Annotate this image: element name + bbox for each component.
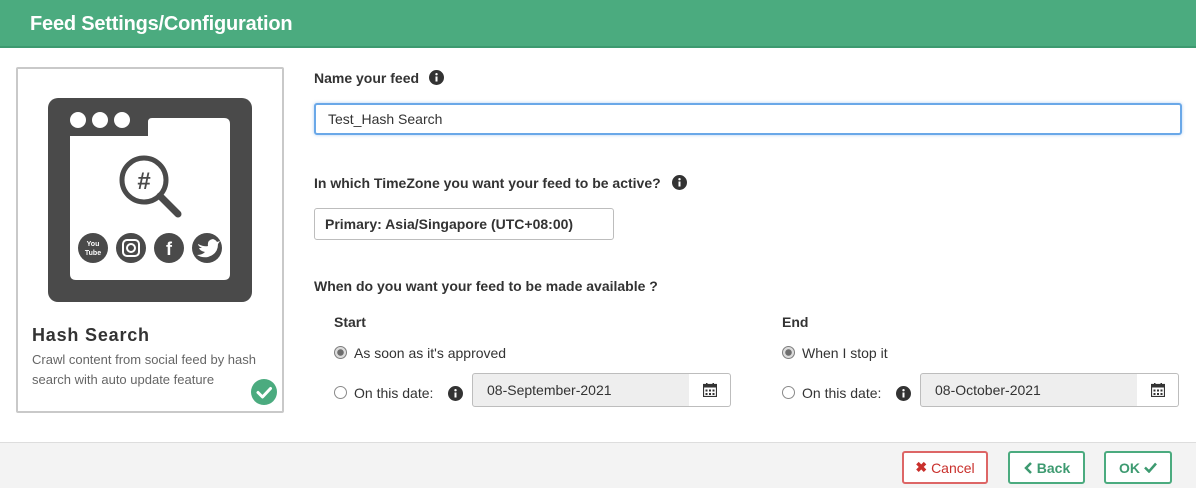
start-date-radio[interactable]: [334, 386, 347, 399]
ok-button-label: OK: [1119, 459, 1140, 476]
info-icon[interactable]: [448, 386, 463, 401]
cancel-button[interactable]: ✖ Cancel: [902, 451, 988, 484]
ok-button[interactable]: OK: [1104, 451, 1172, 484]
close-icon: ✖: [915, 459, 928, 475]
feed-type-title: Hash Search: [32, 325, 150, 345]
end-stop-radio[interactable]: [782, 346, 795, 359]
feed-type-description: Crawl content from social feed by hash s…: [32, 352, 256, 387]
calendar-icon: [702, 383, 717, 397]
feed-name-label: Name your feed: [314, 70, 420, 86]
back-button[interactable]: Back: [1008, 451, 1085, 484]
info-icon[interactable]: [429, 70, 444, 85]
back-button-label: Back: [1036, 459, 1071, 476]
start-calendar-button[interactable]: [689, 373, 731, 407]
info-icon[interactable]: [896, 386, 911, 401]
dialog-title: Feed Settings/Configuration: [30, 13, 293, 35]
end-calendar-button[interactable]: [1137, 373, 1179, 407]
svg-text:f: f: [166, 239, 173, 259]
start-date-input[interactable]: 08-September-2021: [472, 373, 690, 407]
check-icon: [1144, 462, 1157, 473]
feed-name-input[interactable]: [314, 103, 1182, 135]
info-icon[interactable]: [672, 175, 687, 190]
end-date-input[interactable]: 08-October-2021: [920, 373, 1138, 407]
calendar-icon: [1150, 383, 1165, 397]
hash-search-icon: # You Tube f: [48, 98, 252, 302]
svg-text:#: #: [137, 168, 150, 195]
start-date-label[interactable]: On this date:: [354, 385, 433, 401]
cancel-button-label: Cancel: [931, 459, 975, 476]
availability-label: When do you want your feed to be made av…: [314, 278, 658, 294]
start-label: Start: [334, 314, 366, 330]
start-approved-label[interactable]: As soon as it's approved: [354, 345, 506, 361]
end-stop-label[interactable]: When I stop it: [802, 345, 888, 361]
timezone-select[interactable]: Primary: Asia/Singapore (UTC+08:00): [314, 208, 614, 240]
end-date-radio[interactable]: [782, 386, 795, 399]
end-label: End: [782, 314, 809, 330]
svg-text:Tube: Tube: [85, 250, 101, 257]
feed-type-card[interactable]: # You Tube f Hash Search Crawl content f…: [16, 67, 284, 413]
check-circle-icon: [251, 379, 277, 405]
dialog-header: Feed Settings/Configuration: [0, 0, 1196, 48]
chevron-left-icon: [1023, 461, 1032, 474]
end-date-label[interactable]: On this date:: [802, 385, 881, 401]
start-approved-radio[interactable]: [334, 346, 347, 359]
svg-text:You: You: [87, 241, 100, 248]
timezone-label: In which TimeZone you want your feed to …: [314, 175, 661, 191]
